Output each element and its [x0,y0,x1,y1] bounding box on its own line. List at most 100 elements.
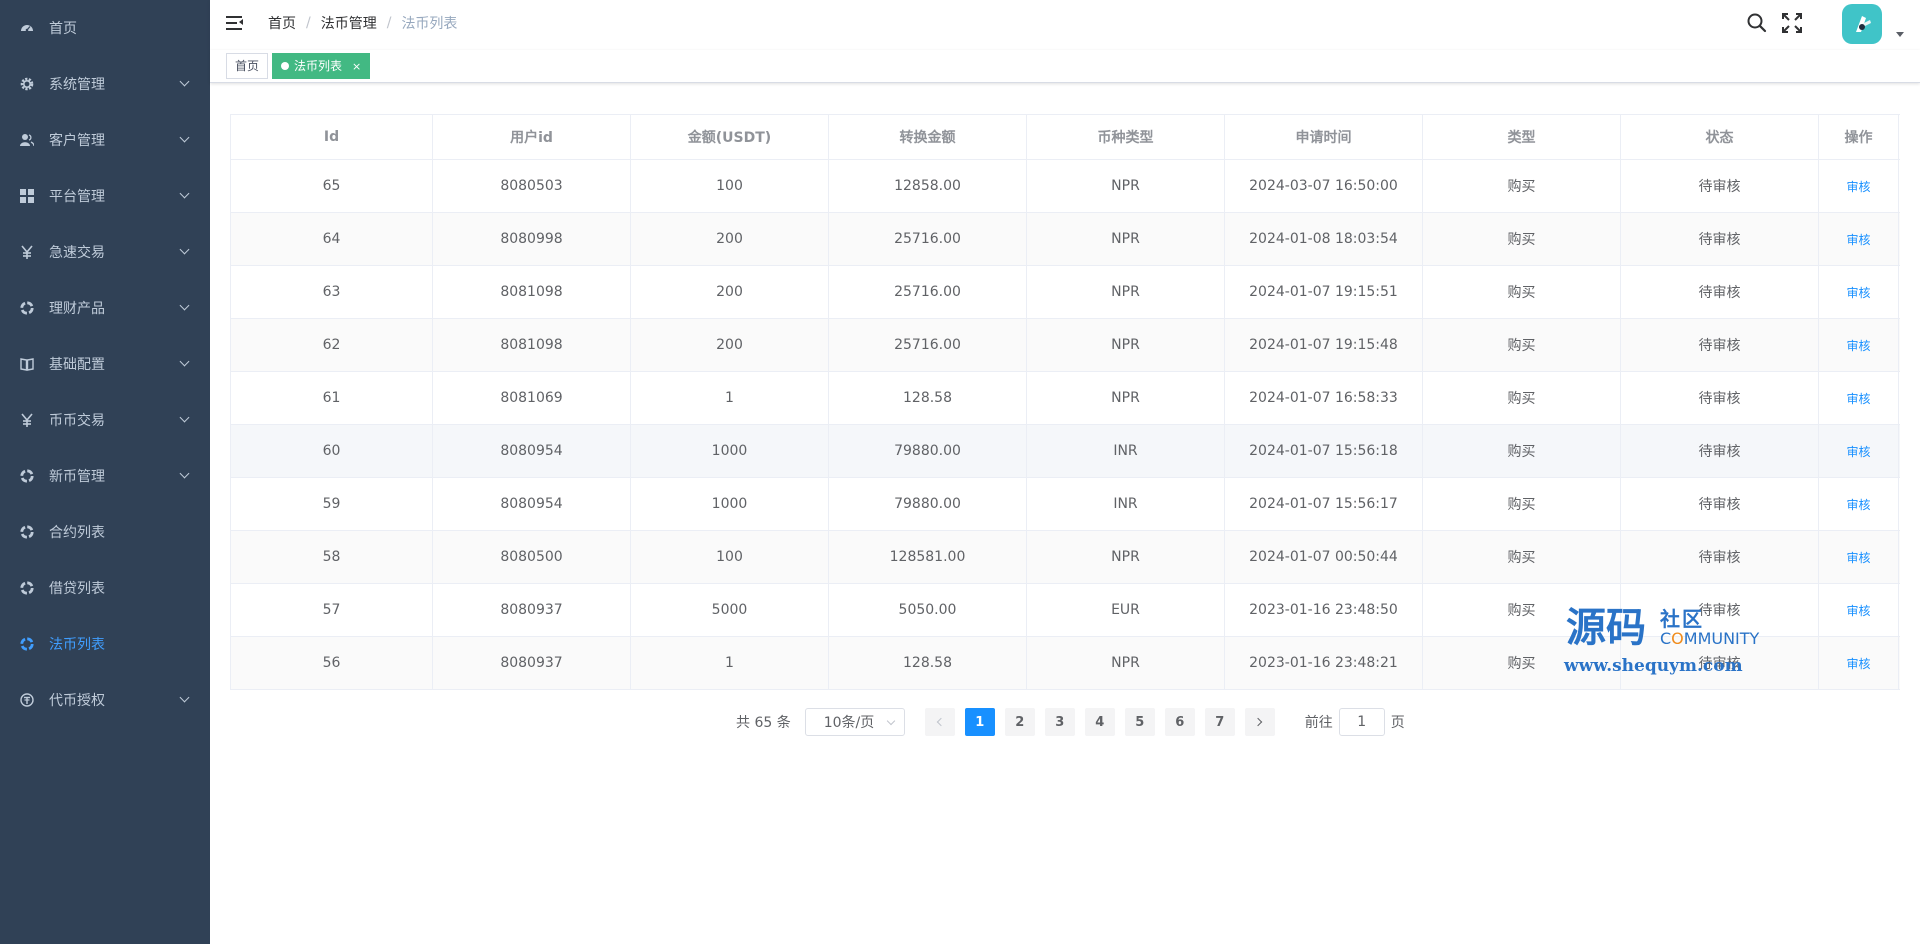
tag-home[interactable]: 首页 [226,53,269,79]
table-cell-converted: 25716.00 [829,266,1027,318]
fullscreen-icon[interactable] [1781,12,1803,34]
table-cell-uid: 8081098 [433,319,631,371]
page-size-select[interactable]: 10条/页 [804,708,905,736]
review-button[interactable]: 审核 [1846,284,1870,301]
table-row: 65 8080503 100 12858.00 NPR 2024-03-07 16:50:… [231,160,1900,213]
cell-text: 8080500 [500,549,563,565]
table-cell-time: 2024-03-07 16:50:00 [1225,160,1423,212]
sidebar-item-5[interactable]: 理财产品 [0,280,210,336]
sidebar-item-label: 平台管理 [49,189,105,205]
avatar-dropdown-caret-icon[interactable] [1896,32,1904,37]
cell-text: 79880.00 [894,443,961,459]
table-cell-type: 购买 [1423,160,1621,212]
sidebar-item-3[interactable]: 平台管理 [0,168,210,224]
review-button[interactable]: 审核 [1846,178,1870,195]
cell-text: 购买 [1507,656,1536,672]
review-button[interactable]: 审核 [1846,390,1870,407]
next-page-button[interactable] [1244,708,1275,736]
sidebar-item-4[interactable]: 急速交易 [0,224,210,280]
sidebar-item-label: 理财产品 [49,301,105,317]
table-cell-id: 61 [231,372,433,424]
table-cell-type: 购买 [1423,637,1621,689]
sidebar-item-7[interactable]: 币币交易 [0,392,210,448]
sidebar-item-8[interactable]: 新币管理 [0,448,210,504]
table-row: 57 8080937 5000 5050.00 EUR 2023-01-16 23:48:… [231,584,1900,637]
breadcrumb-parent[interactable]: 法币管理 [321,13,377,33]
page-number-button[interactable]: 4 [1084,708,1115,736]
table-cell-time: 2024-01-07 19:15:48 [1225,319,1423,371]
page-number-button[interactable]: 7 [1204,708,1235,736]
cell-text: 8081098 [500,337,563,353]
table-cell-time: 2024-01-07 19:15:51 [1225,266,1423,318]
close-icon[interactable]: × [352,60,361,73]
cell-text: 64 [322,231,341,247]
table-cell-amount: 5000 [631,584,829,636]
page-number-button[interactable]: 2 [1004,708,1035,736]
review-button[interactable]: 审核 [1846,443,1870,460]
cell-text: 128.58 [903,655,952,671]
tag-fiat-list[interactable]: 法币列表 × [272,53,371,79]
cell-text: 128581.00 [889,549,966,565]
table-cell-converted: 128581.00 [829,531,1027,583]
table-cell-action: 审核 [1819,372,1899,424]
chevron-right-icon [1253,717,1263,727]
review-button[interactable]: 审核 [1846,337,1870,354]
breadcrumb-home[interactable]: 首页 [268,13,296,33]
table-cell-id: 59 [231,478,433,530]
cell-text: 5000 [711,602,748,618]
sidebar-item-11[interactable]: 法币列表 [0,616,210,672]
sidebar-item-12[interactable]: 代币授权 [0,672,210,728]
sidebar-item-9[interactable]: 合约列表 [0,504,210,560]
table-cell-id: 58 [231,531,433,583]
cell-text: 2023-01-16 23:48:50 [1249,602,1398,618]
pagination-total: 共 65 条 [736,715,791,731]
table-cell-uid: 8080500 [433,531,631,583]
page-number-button[interactable]: 3 [1044,708,1075,736]
sidebar-item-6[interactable]: 基础配置 [0,336,210,392]
table-cell-uid: 8080937 [433,584,631,636]
table-cell-action: 审核 [1819,213,1899,265]
table-cell-time: 2024-01-08 18:03:54 [1225,213,1423,265]
table-cell-currency: NPR [1027,637,1225,689]
sidebar-item-label: 系统管理 [49,77,105,93]
table-cell-currency: NPR [1027,319,1225,371]
page-number-button[interactable]: 6 [1164,708,1195,736]
sidebar-item-10[interactable]: 借贷列表 [0,560,210,616]
table-cell-converted: 128.58 [829,372,1027,424]
page-number-button[interactable]: 5 [1124,708,1155,736]
cell-text: 62 [322,337,341,353]
goto-page-input[interactable] [1338,708,1385,736]
sidebar-item-1[interactable]: 系统管理 [0,56,210,112]
review-button[interactable]: 审核 [1846,602,1870,619]
cell-text: 购买 [1507,497,1536,513]
table-cell-uid: 8080503 [433,160,631,212]
sidebar-item-label: 代币授权 [49,693,105,709]
chevron-down-icon [179,300,190,311]
cell-text: 2024-01-07 15:56:18 [1249,443,1398,459]
prev-page-button[interactable] [924,708,955,736]
menu-toggle-icon[interactable] [226,14,244,32]
cell-text: 61 [322,390,341,406]
cell-text: 1000 [711,443,748,459]
table-cell-status: 待审核 [1621,478,1819,530]
review-button[interactable]: 审核 [1846,549,1870,566]
review-button[interactable]: 审核 [1846,231,1870,248]
cell-text: 12858.00 [894,178,961,194]
search-icon[interactable] [1746,12,1768,34]
cell-text: 待审核 [1698,550,1741,566]
sidebar-item-0[interactable]: 首页 [0,0,210,56]
avatar[interactable] [1842,4,1882,44]
review-button[interactable]: 审核 [1846,496,1870,513]
cell-text: 待审核 [1698,497,1741,513]
cell-text: 200 [716,231,743,247]
review-button[interactable]: 审核 [1846,655,1870,672]
page-number-button[interactable]: 1 [964,708,995,736]
chevron-left-icon [936,717,946,727]
sidebar-item-2[interactable]: 客户管理 [0,112,210,168]
circle-icon [20,469,34,483]
cell-text: 待审核 [1698,391,1741,407]
yen-icon [20,413,34,427]
chevron-down-icon [179,356,190,367]
cell-text: 2023-01-16 23:48:21 [1249,655,1398,671]
table-cell-time: 2024-01-07 16:58:33 [1225,372,1423,424]
